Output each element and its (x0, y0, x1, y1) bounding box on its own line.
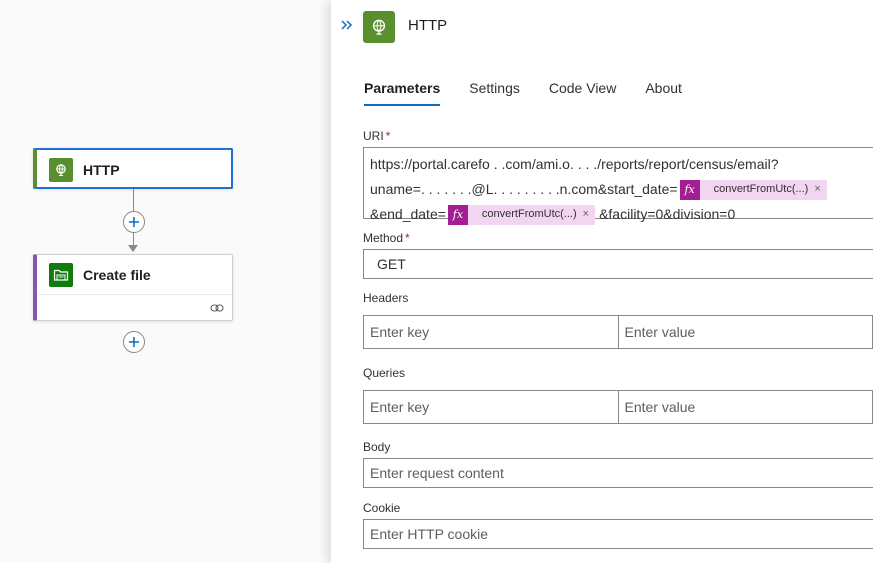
uri-text-line-3-end: &facility=0&division=0 (599, 206, 736, 222)
globe-icon (49, 157, 73, 182)
connector-line (133, 189, 134, 212)
uri-input[interactable]: https://portal.carefo . .com/ami.o. . . … (363, 147, 873, 225)
collapse-panel-button[interactable] (339, 17, 355, 33)
queries-label: Queries (363, 366, 406, 380)
body-placeholder: Enter request content (370, 465, 504, 481)
header-value-input[interactable]: Enter value (618, 315, 873, 349)
cookie-label: Cookie (363, 501, 401, 515)
connector-arrow (128, 245, 138, 252)
fx-icon: fx (447, 204, 468, 225)
headers-label: Headers (363, 291, 409, 305)
tab-parameters[interactable]: Parameters (364, 80, 441, 106)
required-mark: * (385, 129, 391, 143)
body-input[interactable]: Enter request content (363, 458, 873, 488)
http-node-title: HTTP (83, 161, 120, 178)
headers-row: Enter key Enter value (363, 315, 873, 349)
create-file-action-card[interactable]: Create file (33, 254, 233, 321)
panel-title: HTTP (408, 17, 448, 34)
remove-icon[interactable]: × (814, 177, 826, 202)
folder-icon (49, 262, 73, 287)
query-key-input[interactable]: Enter key (363, 390, 619, 424)
cookie-input[interactable]: Enter HTTP cookie (363, 519, 873, 549)
body-label: Body (363, 440, 391, 454)
panel-tabs: Parameters Settings Code View About (364, 80, 711, 106)
add-step-button[interactable] (123, 211, 145, 233)
expression-token[interactable]: fx convertFromUtc(...) × (679, 177, 827, 202)
required-mark: * (405, 231, 410, 245)
method-value: GET (377, 256, 406, 272)
create-file-node-title: Create file (83, 266, 151, 283)
http-action-card[interactable]: HTTP (33, 148, 233, 189)
token-label: convertFromUtc(...) (713, 183, 809, 195)
remove-icon[interactable]: × (583, 202, 595, 227)
add-icon (129, 337, 139, 347)
uri-label: URI * (363, 129, 391, 143)
header-key-input[interactable]: Enter key (363, 315, 619, 349)
token-label: convertFromUtc(...) (481, 208, 577, 220)
cookie-placeholder: Enter HTTP cookie (370, 526, 489, 542)
action-details-panel: HTTP Parameters Settings Code View About… (331, 0, 873, 563)
uri-text-line-3-start: &end_date= (370, 206, 446, 222)
uri-text-line-1: https://portal.carefo . .com/ami.o. . . … (370, 156, 779, 172)
tab-settings[interactable]: Settings (469, 80, 520, 103)
method-select[interactable]: GET (363, 249, 873, 279)
link-icon (210, 304, 224, 312)
method-label: Method * (363, 231, 410, 245)
uri-text-line-2: uname=. . . . . . .@L. . . . . . . . .n.… (370, 181, 678, 197)
queries-row: Enter key Enter value (363, 390, 873, 424)
query-value-input[interactable]: Enter value (618, 390, 873, 424)
tab-code-view[interactable]: Code View (549, 80, 616, 103)
designer-canvas: HTTP Create file (0, 0, 335, 563)
expression-token[interactable]: fx convertFromUtc(...) × (447, 202, 596, 227)
fx-icon: fx (679, 179, 700, 200)
add-icon (129, 217, 139, 227)
globe-icon (363, 11, 395, 43)
tab-about[interactable]: About (645, 80, 682, 103)
collapse-chevron-icon (341, 20, 353, 30)
add-step-button[interactable] (123, 331, 145, 353)
